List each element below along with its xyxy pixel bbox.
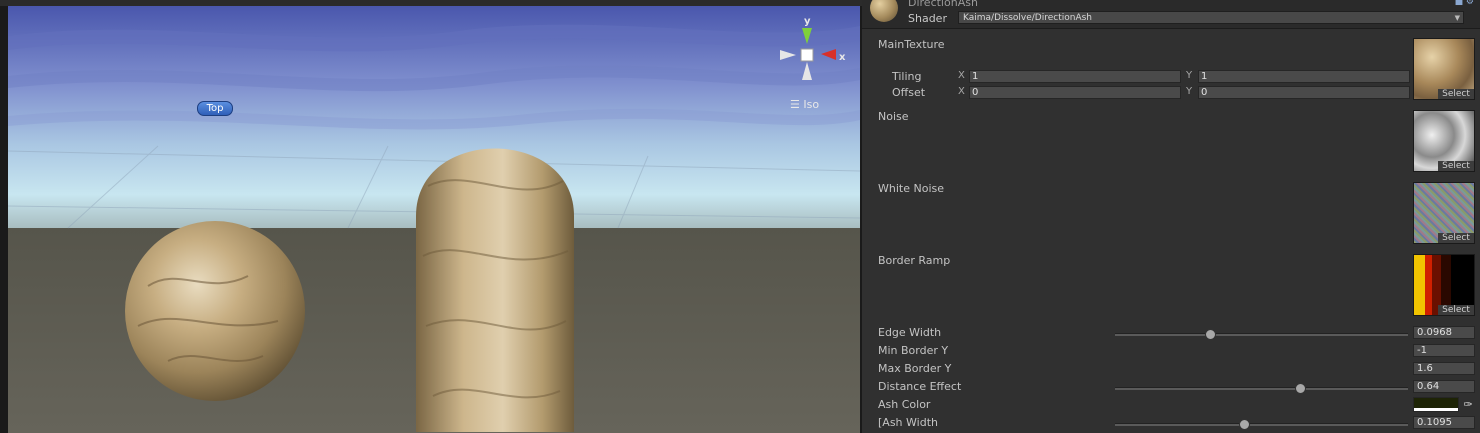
ash-color-swatch[interactable] <box>1413 397 1459 412</box>
shader-label: Shader <box>908 12 947 25</box>
white-noise-texture-slot[interactable]: Select <box>1413 182 1475 244</box>
distance-effect-slider-thumb[interactable] <box>1295 383 1306 394</box>
offset-y-field[interactable]: 0 <box>1198 86 1410 99</box>
shader-dropdown[interactable]: Kaima/Dissolve/DirectionAsh ▼ <box>958 11 1464 24</box>
edge-width-label: Edge Width <box>878 326 942 339</box>
shader-value: Kaima/Dissolve/DirectionAsh <box>963 13 1092 23</box>
tiling-y-field[interactable]: 1 <box>1198 70 1410 83</box>
white-noise-label: White Noise <box>878 182 944 195</box>
gizmo-y-axis[interactable] <box>802 28 812 44</box>
eyedropper-icon[interactable]: ✑ <box>1461 397 1475 412</box>
noise-texture-slot[interactable]: Select <box>1413 110 1475 172</box>
projection-label: Iso <box>803 98 820 111</box>
distance-effect-field[interactable]: 0.64 <box>1413 380 1475 393</box>
gizmo-x-label: x <box>839 52 846 63</box>
border-ramp-label: Border Ramp <box>878 254 951 267</box>
material-name: DirectionAsh <box>908 0 978 9</box>
border-ramp-select-button[interactable]: Select <box>1438 305 1474 315</box>
dropdown-arrow-icon: ▼ <box>1454 14 1460 22</box>
offset-y-axis-label: Y <box>1186 86 1193 97</box>
material-header: DirectionAsh Shader Kaima/Dissolve/Direc… <box>862 0 1480 29</box>
max-border-y-field[interactable]: 1.6 <box>1413 362 1475 375</box>
offset-x-axis-label: X <box>958 86 965 97</box>
menu-icon: ☰ <box>790 98 800 111</box>
projection-toggle[interactable]: ☰ Iso <box>790 98 819 111</box>
max-border-y-label: Max Border Y <box>878 362 952 375</box>
distance-effect-label: Distance Effect <box>878 380 962 393</box>
orientation-gizmo[interactable]: y x <box>774 14 854 84</box>
main-texture-select-button[interactable]: Select <box>1438 89 1474 99</box>
edge-width-field[interactable]: 0.0968 <box>1413 326 1475 339</box>
main-texture-label: MainTexture <box>878 38 945 51</box>
material-preview-icon <box>870 0 898 22</box>
noise-label: Noise <box>878 110 909 123</box>
inspector-panel: DirectionAsh Shader Kaima/Dissolve/Direc… <box>862 0 1480 433</box>
edge-width-slider-thumb[interactable] <box>1205 329 1216 340</box>
tiling-x-field[interactable]: 1 <box>969 70 1181 83</box>
main-texture-slot[interactable]: Select <box>1413 38 1475 100</box>
scene-viewport[interactable] <box>8 6 860 433</box>
gizmo-y-label: y <box>804 16 811 27</box>
tiling-y-axis-label: Y <box>1186 70 1193 81</box>
white-noise-select-button[interactable]: Select <box>1438 233 1474 243</box>
offset-label: Offset <box>892 86 926 99</box>
ash-width-slider[interactable] <box>1115 419 1408 430</box>
gizmo-center-cube[interactable] <box>800 48 814 62</box>
ash-width-label: [Ash Width <box>878 416 938 429</box>
gizmo-neg-y-axis[interactable] <box>802 62 812 80</box>
edge-width-slider[interactable] <box>1115 329 1408 340</box>
min-border-y-label: Min Border Y <box>878 344 949 357</box>
scene-view[interactable]: Top y x ☰ Iso <box>0 0 862 433</box>
ash-width-field[interactable]: 0.1095 <box>1413 416 1475 429</box>
tiling-label: Tiling <box>892 70 922 83</box>
border-ramp-texture-slot[interactable]: Select <box>1413 254 1475 316</box>
gizmo-neg-x-axis[interactable] <box>780 50 796 60</box>
ash-color-alpha-bar <box>1414 408 1458 411</box>
noise-select-button[interactable]: Select <box>1438 161 1474 171</box>
ash-width-slider-thumb[interactable] <box>1239 419 1250 430</box>
min-border-y-field[interactable]: -1 <box>1413 344 1475 357</box>
view-orientation-label[interactable]: Top <box>197 101 233 116</box>
header-settings-icon[interactable]: ■ ⚙ <box>1455 0 1474 7</box>
scene-render <box>8 6 860 433</box>
distance-effect-slider[interactable] <box>1115 383 1408 394</box>
offset-x-field[interactable]: 0 <box>969 86 1181 99</box>
tiling-x-axis-label: X <box>958 70 965 81</box>
ash-color-label: Ash Color <box>878 398 931 411</box>
gizmo-x-axis[interactable] <box>821 49 836 60</box>
